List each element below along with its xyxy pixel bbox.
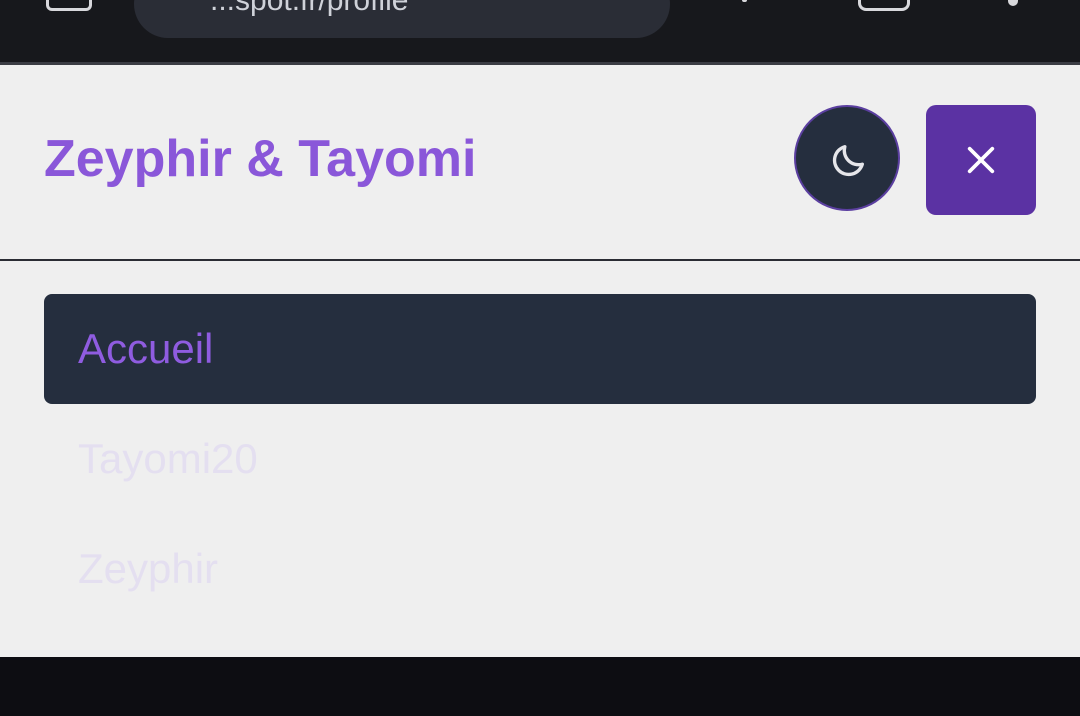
close-menu-button[interactable] bbox=[926, 105, 1036, 215]
theme-toggle-button[interactable] bbox=[794, 105, 900, 211]
home-icon[interactable] bbox=[46, 0, 92, 11]
share-icon[interactable] bbox=[742, 0, 747, 2]
nav-menu: Accueil Tayomi20 Zeyphir bbox=[44, 294, 1036, 624]
tabs-icon[interactable] bbox=[858, 0, 910, 11]
moon-icon bbox=[832, 145, 864, 177]
system-bottom-bar bbox=[0, 657, 1080, 716]
nav-item-accueil[interactable]: Accueil bbox=[44, 294, 1036, 404]
nav-item-zeyphir[interactable]: Zeyphir bbox=[44, 514, 1036, 624]
address-bar-text: ...spot.fr/profile bbox=[210, 0, 409, 17]
nav-item-tayomi20[interactable]: Tayomi20 bbox=[44, 404, 1036, 514]
menu-icon[interactable] bbox=[1008, 0, 1018, 6]
nav-drawer: Zeyphir & Tayomi Accueil Tayomi20 Zeyphi… bbox=[0, 65, 1080, 657]
browser-toolbar: ...spot.fr/profile bbox=[0, 0, 1080, 62]
site-title[interactable]: Zeyphir & Tayomi bbox=[44, 129, 476, 189]
drawer-header: Zeyphir & Tayomi bbox=[0, 65, 1080, 261]
close-icon bbox=[967, 146, 995, 174]
